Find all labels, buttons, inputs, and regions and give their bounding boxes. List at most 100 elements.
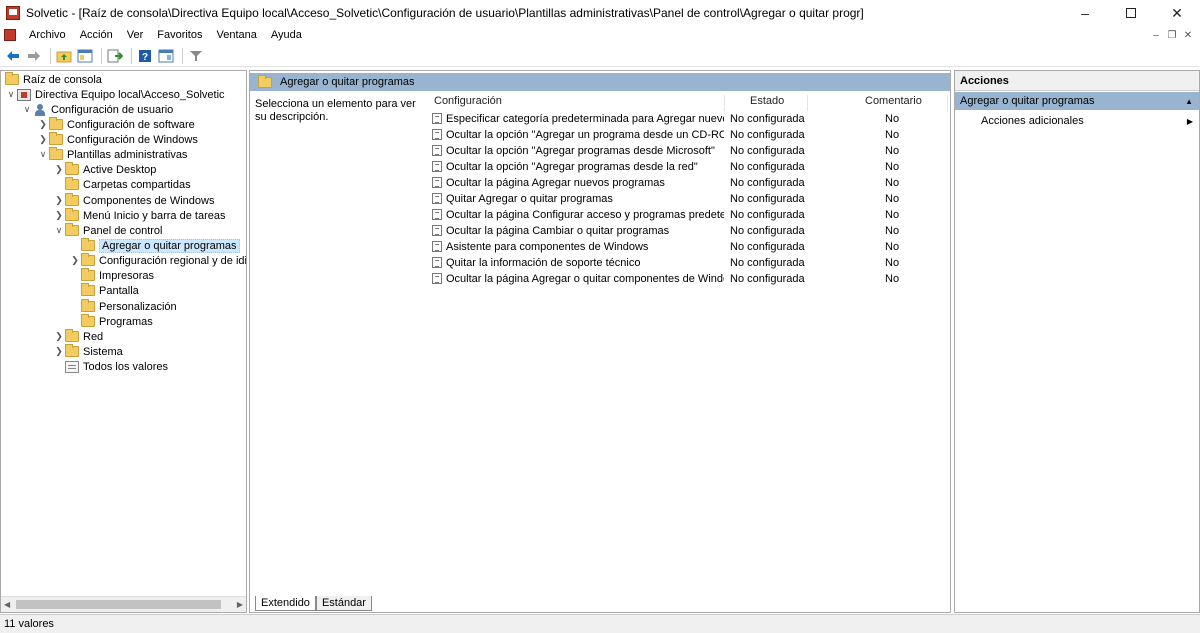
mdi-minimize-icon[interactable]: –: [1148, 30, 1164, 41]
filter-icon[interactable]: [187, 47, 205, 65]
column-header-comentario[interactable]: Comentario: [865, 95, 922, 111]
mdi-restore-icon[interactable]: ❐: [1164, 30, 1180, 41]
chevron-right-icon[interactable]: ❯: [37, 132, 49, 147]
column-separator[interactable]: [724, 95, 725, 111]
column-separator[interactable]: [947, 95, 948, 111]
tree-item-impresoras[interactable]: Impresoras: [69, 268, 154, 283]
table-row[interactable]: Ocultar la página Cambiar o quitar progr…: [432, 225, 950, 241]
chevron-down-icon[interactable]: ∨: [21, 102, 33, 117]
table-row[interactable]: Asistente para componentes de Windows No …: [432, 241, 950, 257]
horizontal-scrollbar[interactable]: ◀ ▶: [1, 596, 246, 612]
table-row[interactable]: Ocultar la opción "Agregar un programa d…: [432, 129, 950, 145]
setting-name: Asistente para componentes de Windows: [446, 241, 649, 253]
menu-ventana[interactable]: Ventana: [209, 29, 263, 41]
tree-item-red[interactable]: ❯ Red: [53, 329, 103, 344]
tree-item-label: Pantalla: [99, 284, 139, 297]
mdi-close-icon[interactable]: ✕: [1180, 30, 1196, 41]
folder-icon: [65, 223, 79, 236]
tree-item-directiva-equipo-local[interactable]: ∨ Directiva Equipo local\Acceso_Solvetic: [5, 87, 225, 102]
window-controls: – ✕: [1062, 0, 1200, 26]
title-bar: Solvetic - [Raíz de consola\Directiva Eq…: [0, 0, 1200, 26]
tree-item-componentes-windows[interactable]: ❯ Componentes de Windows: [53, 193, 214, 208]
chevron-down-icon[interactable]: ∨: [53, 223, 65, 238]
setting-state: No configurada: [730, 273, 805, 285]
help-icon[interactable]: ?: [136, 47, 154, 65]
folder-icon: [81, 268, 95, 281]
tab-estandar[interactable]: Estándar: [315, 596, 372, 611]
tree-item-carpetas-compartidas[interactable]: Carpetas compartidas: [53, 177, 191, 192]
table-row[interactable]: Ocultar la página Agregar o quitar compo…: [432, 273, 950, 289]
maximize-icon[interactable]: [1108, 0, 1154, 26]
tree-item-plantillas-administrativas[interactable]: ∨ Plantillas administrativas: [37, 147, 187, 162]
chevron-down-icon[interactable]: ∨: [37, 147, 49, 162]
settings-icon: [65, 360, 79, 373]
tree-item-label: Sistema: [83, 345, 123, 358]
actions-additional-item[interactable]: Acciones adicionales: [981, 115, 1084, 127]
tree-item-agregar-quitar-programas[interactable]: Agregar o quitar programas: [69, 238, 240, 253]
chevron-right-icon[interactable]: ❯: [53, 193, 65, 208]
tree-item-configuracion-regional[interactable]: ❯ Configuración regional y de idio: [69, 253, 247, 268]
tree-item-configuracion-software[interactable]: ❯ Configuración de software: [37, 117, 195, 132]
chevron-right-icon[interactable]: ❯: [69, 253, 81, 268]
console-menu-icon[interactable]: [4, 29, 16, 41]
setting-name: Quitar Agregar o quitar programas: [446, 193, 613, 205]
table-row[interactable]: Quitar Agregar o quitar programas No conf…: [432, 193, 950, 209]
setting-comment: No: [885, 129, 900, 141]
column-header-estado[interactable]: Estado: [750, 95, 784, 111]
scroll-left-icon[interactable]: ◀: [4, 600, 10, 609]
table-row[interactable]: Ocultar la página Agregar nuevos program…: [432, 177, 950, 193]
tab-extendido[interactable]: Extendido: [255, 596, 316, 611]
tree-item-raiz-consola[interactable]: Raíz de consola: [5, 72, 102, 87]
tree-item-pantalla[interactable]: Pantalla: [69, 283, 139, 298]
chevron-right-icon[interactable]: ❯: [53, 208, 65, 223]
chevron-right-icon[interactable]: ❯: [53, 162, 65, 177]
table-row[interactable]: Ocultar la opción "Agregar programas des…: [432, 145, 950, 161]
table-row[interactable]: Quitar la información de soporte técnico…: [432, 257, 950, 273]
back-arrow-icon[interactable]: [4, 47, 22, 65]
table-row[interactable]: Ocultar la página Configurar acceso y pr…: [432, 209, 950, 225]
submenu-arrow-icon[interactable]: ▶: [1187, 117, 1193, 126]
table-row[interactable]: Especificar categoría predeterminada par…: [432, 113, 950, 129]
scroll-right-icon[interactable]: ▶: [237, 600, 243, 609]
setting-name: Ocultar la página Agregar nuevos program…: [446, 177, 665, 189]
column-header-configuracion[interactable]: Configuración: [434, 95, 502, 111]
chevron-right-icon[interactable]: ❯: [37, 117, 49, 132]
details-header-title: Agregar o quitar programas: [280, 76, 415, 88]
menu-accion[interactable]: Acción: [73, 29, 120, 41]
minimize-icon[interactable]: –: [1062, 0, 1108, 26]
table-row[interactable]: Ocultar la opción "Agregar programas des…: [432, 161, 950, 177]
forward-arrow-icon[interactable]: [25, 47, 43, 65]
collapse-up-icon[interactable]: ▲: [1185, 97, 1193, 106]
folder-icon: [49, 147, 63, 160]
tree-item-configuracion-windows[interactable]: ❯ Configuración de Windows: [37, 132, 198, 147]
tree-item-personalizacion[interactable]: Personalización: [69, 299, 177, 314]
export-list-icon[interactable]: [106, 47, 124, 65]
menu-ayuda[interactable]: Ayuda: [264, 29, 309, 41]
tree-item-configuracion-usuario[interactable]: ∨ Configuración de usuario: [21, 102, 173, 117]
chevron-right-icon[interactable]: ❯: [53, 344, 65, 359]
tree-item-menu-inicio[interactable]: ❯ Menú Inicio y barra de tareas: [53, 208, 225, 223]
menu-favoritos[interactable]: Favoritos: [150, 29, 209, 41]
menu-ver[interactable]: Ver: [120, 29, 151, 41]
tree-item-active-desktop[interactable]: ❯ Active Desktop: [53, 162, 156, 177]
console-tree[interactable]: Raíz de consola ∨ Directiva Equipo local…: [0, 70, 247, 613]
folder-icon: [5, 72, 19, 85]
menu-archivo[interactable]: Archivo: [22, 29, 73, 41]
tree-item-todos-valores[interactable]: Todos los valores: [53, 359, 168, 374]
up-folder-icon[interactable]: [55, 47, 73, 65]
tree-item-programas[interactable]: Programas: [69, 314, 153, 329]
show-hide-tree-icon[interactable]: [76, 47, 94, 65]
chevron-down-icon[interactable]: ∨: [5, 87, 17, 102]
tree-item-label: Configuración regional y de idio: [99, 254, 247, 267]
tree-item-sistema[interactable]: ❯ Sistema: [53, 344, 123, 359]
actions-section-header[interactable]: Agregar o quitar programas ▲: [955, 92, 1199, 110]
close-icon[interactable]: ✕: [1154, 0, 1200, 26]
setting-state: No configurada: [730, 241, 805, 253]
properties-icon[interactable]: [157, 47, 175, 65]
chevron-right-icon[interactable]: ❯: [53, 329, 65, 344]
column-separator[interactable]: [807, 95, 808, 111]
tree-item-panel-control[interactable]: ∨ Panel de control: [53, 223, 163, 238]
tree-item-label: Configuración de software: [67, 118, 195, 131]
scrollbar-thumb[interactable]: [16, 600, 221, 609]
setting-name: Ocultar la opción "Agregar programas des…: [446, 161, 698, 173]
